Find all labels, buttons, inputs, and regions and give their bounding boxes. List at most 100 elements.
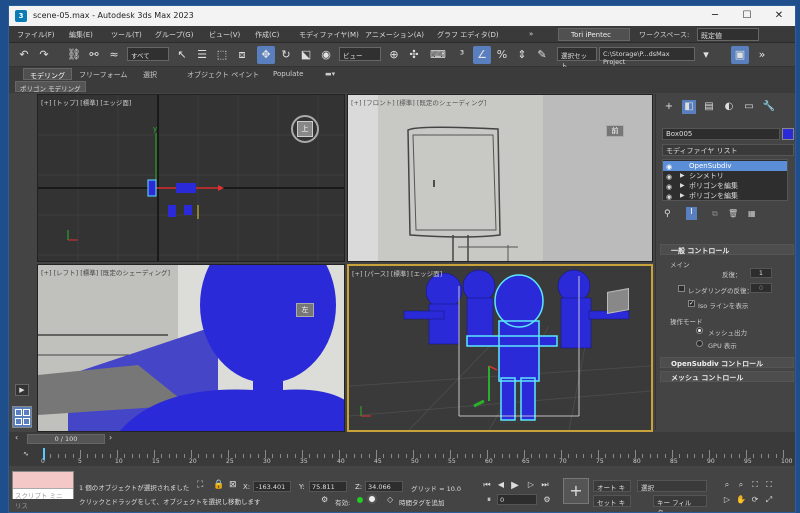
- enabled-toggle-icon[interactable]: [367, 494, 377, 504]
- toolbar-more-icon[interactable]: »: [753, 46, 771, 64]
- z-coord-field[interactable]: 34.066: [365, 481, 403, 492]
- named-selection-set[interactable]: 選択セット: [557, 47, 597, 70]
- maximize-icon[interactable]: ☐: [733, 8, 761, 24]
- zoom-all-icon[interactable]: ⌕: [735, 480, 747, 490]
- goto-start-icon[interactable]: ⏮: [481, 480, 493, 490]
- pivot-center-icon[interactable]: ⊕: [385, 46, 403, 64]
- key-filters-button[interactable]: キー フィルタ...: [653, 495, 707, 512]
- snap-3d-icon[interactable]: ³: [453, 46, 471, 64]
- link-icon[interactable]: ⛓: [65, 46, 83, 64]
- menu-modifiers[interactable]: モディファイヤ(M): [299, 30, 359, 40]
- eye-icon[interactable]: ◉: [666, 192, 672, 202]
- stack-item-edit-poly-1[interactable]: ◉ ▶ ポリゴンを編集: [663, 181, 787, 191]
- current-frame-field[interactable]: 0: [497, 494, 537, 505]
- viewport-front-label[interactable]: [+] [フロント] [標準] [既定のシェーディング]: [351, 97, 486, 107]
- iso-lines-checkbox[interactable]: ✓: [688, 300, 695, 307]
- select-by-name-icon[interactable]: ☰: [193, 46, 211, 64]
- viewport-top-label[interactable]: [+] [トップ] [標準] [エッジ面]: [41, 97, 131, 107]
- lock-icon[interactable]: 🔒: [213, 480, 224, 490]
- viewport-perspective[interactable]: [+] [パース] [標準] [エッジ面]: [347, 264, 653, 432]
- create-tab-icon[interactable]: +: [662, 100, 676, 114]
- prev-frame-icon[interactable]: ◀: [495, 480, 507, 489]
- time-config-icon[interactable]: ⚙: [541, 495, 553, 504]
- redo-icon[interactable]: ↷: [35, 46, 53, 64]
- show-end-result-icon[interactable]: I: [686, 207, 697, 220]
- spinner-snap-icon[interactable]: ⇕: [513, 46, 531, 64]
- object-color-swatch[interactable]: [782, 128, 794, 140]
- viewport-top[interactable]: y [+] [トップ] [標準] [エッジ面] 上: [37, 94, 345, 262]
- abs-mode-icon[interactable]: ⊠: [229, 480, 237, 490]
- menu-graph-editors[interactable]: グラフ エディタ(D): [437, 30, 499, 40]
- unlink-icon[interactable]: ⚯: [85, 46, 103, 64]
- tab-freeform[interactable]: フリーフォーム: [73, 68, 133, 80]
- viewcube-perspective[interactable]: [607, 288, 629, 314]
- stack-item-symmetry[interactable]: ◉ ▶ シンメトリ: [663, 171, 787, 181]
- play-animation-icon[interactable]: ▶: [509, 480, 521, 491]
- ribbon-options-icon[interactable]: ▬▾: [321, 68, 339, 80]
- render-iter-checkbox[interactable]: [678, 285, 685, 292]
- maximize-viewport-icon[interactable]: ⤢: [763, 495, 775, 505]
- stack-item-opensubdiv[interactable]: ◉ OpenSubdiv: [663, 161, 787, 171]
- motion-tab-icon[interactable]: ◐: [722, 100, 736, 114]
- stack-item-edit-poly-2[interactable]: ◉ ▶ ポリゴンを編集: [663, 191, 787, 201]
- fov-icon[interactable]: ▷: [721, 495, 733, 504]
- rollout-general[interactable]: 一般 コントロール: [660, 244, 794, 255]
- menu-tools[interactable]: ツール(T): [111, 30, 142, 40]
- scale-icon[interactable]: ⬕: [297, 46, 315, 64]
- hierarchy-tab-icon[interactable]: ▤: [702, 100, 716, 114]
- remove-modifier-icon[interactable]: 🗑: [728, 209, 738, 218]
- make-unique-icon[interactable]: ⧉: [712, 209, 718, 219]
- next-frame-icon[interactable]: ▷: [525, 480, 537, 489]
- viewport-layout-icon[interactable]: [12, 406, 32, 428]
- project-folder-icon[interactable]: ▾: [697, 46, 715, 64]
- user-account[interactable]: Tori iPentec: [558, 28, 630, 41]
- menu-file[interactable]: ファイル(F): [17, 30, 55, 40]
- expand-icon[interactable]: ▶: [680, 171, 685, 181]
- isolate-icon[interactable]: ⛶: [197, 480, 203, 490]
- reference-coord-select[interactable]: ビュー: [339, 47, 381, 61]
- pin-stack-icon[interactable]: ⚲: [664, 209, 671, 219]
- orbit-icon[interactable]: ⟳: [749, 495, 761, 504]
- y-coord-field[interactable]: 75.811: [309, 481, 347, 492]
- viewport-left[interactable]: [+] [レフト] [標準] [既定のシェーディング] 左: [37, 264, 345, 432]
- x-coord-field[interactable]: -163.401: [253, 481, 291, 492]
- maxscript-mini-listener[interactable]: スクリプト ミニ リス: [12, 471, 74, 510]
- menu-group[interactable]: グループ(G): [155, 30, 193, 40]
- tab-populate[interactable]: Populate: [267, 68, 309, 80]
- pan-icon[interactable]: ✋: [735, 495, 747, 504]
- project-path[interactable]: C:\Storage\P...dsMax Project: [599, 47, 695, 66]
- play-icon[interactable]: ▶: [15, 384, 29, 396]
- keyboard-shortcut-icon[interactable]: ⌨: [429, 46, 447, 64]
- workspace-select[interactable]: 既定値: [697, 28, 759, 41]
- rotate-icon[interactable]: ↻: [277, 46, 295, 64]
- zoom-extents-all-icon[interactable]: ⛶: [763, 480, 775, 490]
- set-key-icon[interactable]: +: [563, 478, 589, 504]
- rollout-mesh[interactable]: メッシュ コントロール: [660, 371, 794, 382]
- minimize-icon[interactable]: ─: [701, 8, 729, 24]
- viewcube-top[interactable]: 上: [297, 121, 313, 137]
- viewcube-front[interactable]: 前: [606, 125, 624, 137]
- viewcube-left[interactable]: 左: [296, 303, 314, 317]
- time-slider[interactable]: 0 / 100: [27, 434, 105, 444]
- set-key-button[interactable]: セット キー: [593, 495, 631, 512]
- expand-icon[interactable]: ▶: [680, 191, 685, 201]
- time-next-icon[interactable]: ›: [109, 433, 112, 442]
- enabled-indicator[interactable]: [357, 497, 363, 503]
- edit-named-sel-icon[interactable]: ✎: [533, 46, 551, 64]
- select-object-icon[interactable]: ↖: [173, 46, 191, 64]
- viewport-left-label[interactable]: [+] [レフト] [標準] [既定のシェーディング]: [41, 267, 170, 277]
- window-crossing-icon[interactable]: ⧈: [233, 46, 251, 64]
- place-icon[interactable]: ◉: [317, 46, 335, 64]
- goto-end-icon[interactable]: ⏭: [539, 480, 551, 490]
- add-time-tag[interactable]: 時間タグを追加: [399, 497, 445, 507]
- viewport-front[interactable]: [+] [フロント] [標準] [既定のシェーディング] 前: [347, 94, 653, 262]
- mesh-output-radio[interactable]: [696, 327, 703, 334]
- move-icon[interactable]: ✥: [257, 46, 275, 64]
- current-time-marker[interactable]: [43, 448, 45, 460]
- rollout-opensubdiv[interactable]: OpenSubdiv コントロール: [660, 357, 794, 368]
- render-iter-spinner[interactable]: 0: [750, 283, 772, 293]
- menu-create[interactable]: 作成(C): [255, 30, 279, 40]
- modifier-list-dropdown[interactable]: モディファイヤ リスト: [662, 144, 794, 156]
- expand-icon[interactable]: ▶: [680, 181, 685, 191]
- object-name-field[interactable]: Box005: [662, 128, 780, 140]
